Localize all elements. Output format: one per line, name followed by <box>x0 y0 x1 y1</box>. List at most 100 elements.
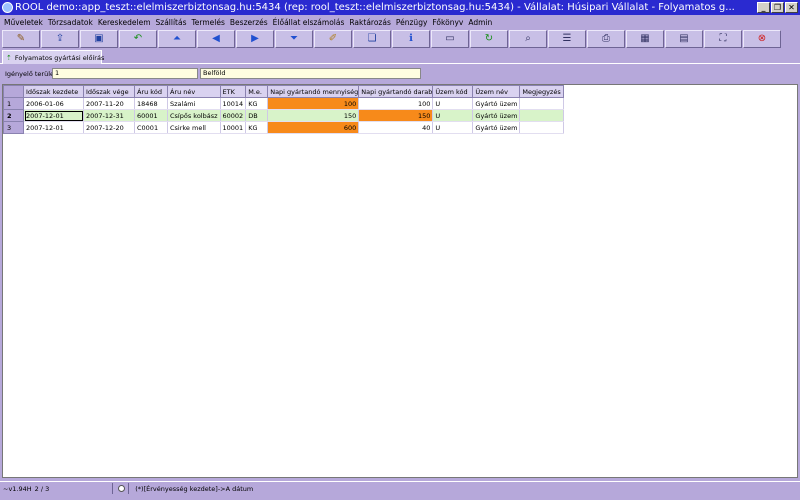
first-button[interactable]: ⏶ <box>158 30 196 48</box>
col-header-aru-nev[interactable]: Áru név <box>167 85 221 98</box>
cell-code[interactable]: 60001 <box>134 109 168 122</box>
table-row-selected[interactable]: 2 2007-12-01 2007-12-31 60001 Csípős kol… <box>3 109 565 122</box>
cell-plant-name[interactable]: Gyártó üzem <box>472 97 521 110</box>
cell-code[interactable]: 18468 <box>134 97 168 110</box>
status-version: ~v1.94H <box>3 484 32 493</box>
cell-end[interactable]: 2007-12-31 <box>83 109 135 122</box>
menu-kereskedelem[interactable]: Kereskedelem <box>98 18 151 27</box>
refresh-button[interactable]: ↻ <box>470 30 508 48</box>
last-button[interactable]: ⏷ <box>275 30 313 48</box>
row-number[interactable]: 3 <box>3 121 24 134</box>
next-button[interactable]: ▶ <box>236 30 274 48</box>
cell-name[interactable]: Csípős kolbász <box>167 109 221 122</box>
area-name-field[interactable]: Belföld <box>200 68 421 79</box>
cell-note[interactable] <box>519 109 565 122</box>
col-header-me[interactable]: M.e. <box>245 85 269 98</box>
row-number[interactable]: 1 <box>3 97 24 110</box>
menu-raktarozas[interactable]: Raktározás <box>349 18 390 27</box>
cell-pcs[interactable]: 100 <box>358 97 434 110</box>
cell-pcs[interactable]: 40 <box>358 121 434 134</box>
cell-qty[interactable]: 150 <box>267 109 360 122</box>
prev-button[interactable]: ◀ <box>197 30 235 48</box>
menu-admin[interactable]: Admin <box>468 18 492 27</box>
area-code-field[interactable]: 1 <box>52 68 198 79</box>
next-icon: ▶ <box>251 33 259 44</box>
menu-szallitas[interactable]: Szállítás <box>156 18 187 27</box>
tools-button[interactable]: ✎ <box>2 30 40 48</box>
info-button[interactable]: ℹ <box>392 30 430 48</box>
grid-table: Időszak kezdete Időszak vége Áru kód Áru… <box>3 85 565 134</box>
cell-qty[interactable]: 600 <box>267 121 360 134</box>
cell-start[interactable]: 2006-01-06 <box>23 97 84 110</box>
menu-torzsadatok[interactable]: Törzsadatok <box>48 18 93 27</box>
search-button[interactable]: ⌕ <box>509 30 547 48</box>
col-header-uzem-nev[interactable]: Üzem név <box>472 85 521 98</box>
cell-note[interactable] <box>519 97 565 110</box>
menu-fokonyv[interactable]: Főkönyv <box>432 18 463 27</box>
status-radio[interactable] <box>118 485 126 492</box>
col-header-idoszak-kezdete[interactable]: Időszak kezdete <box>23 85 84 98</box>
cell-plant-code[interactable]: U <box>432 109 474 122</box>
grid-button[interactable]: ▦ <box>626 30 664 48</box>
table-row[interactable]: 1 2006-01-06 2007-11-20 18468 Szalámi 10… <box>3 97 565 110</box>
table-row[interactable]: 3 2007-12-01 2007-12-20 C0001 Csirke mel… <box>3 121 565 134</box>
col-header-aru-kod[interactable]: Áru kód <box>134 85 168 98</box>
cell-plant-name[interactable]: Gyártó üzem <box>472 109 521 122</box>
fullscreen-button[interactable]: ⛶ <box>704 30 742 48</box>
prev-icon: ◀ <box>212 33 220 44</box>
status-hint: (*)[Érvényesség kezdete]->A dátum <box>135 484 254 493</box>
cell-etk[interactable]: 10001 <box>220 121 247 134</box>
undo-button[interactable]: ↶ <box>119 30 157 48</box>
status-divider <box>128 483 130 494</box>
cell-start[interactable]: 2007-12-01 <box>23 121 84 134</box>
menu-termeles[interactable]: Termelés <box>192 18 225 27</box>
cell-end[interactable]: 2007-12-20 <box>83 121 135 134</box>
menu-penzugy[interactable]: Pénzügy <box>396 18 428 27</box>
cell-end[interactable]: 2007-11-20 <box>83 97 135 110</box>
cell-qty[interactable]: 100 <box>267 97 360 110</box>
col-header-megjegyzes[interactable]: Megjegyzés <box>519 85 565 98</box>
cell-plant-code[interactable]: U <box>432 97 474 110</box>
grid-export-icon: ▤ <box>679 33 689 44</box>
col-header-idoszak-vege[interactable]: Időszak vége <box>83 85 135 98</box>
print-icon: ⎙ <box>602 33 610 44</box>
cell-code[interactable]: C0001 <box>134 121 168 134</box>
menu-eloallat-elszamolas[interactable]: Élőállat elszámolás <box>273 18 345 27</box>
tab-folyamatos-gyartasi-eloiras[interactable]: ⇡ Folyamatos gyártási előírás <box>2 50 105 64</box>
cell-unit[interactable]: DB <box>245 109 269 122</box>
exit-button[interactable]: ⊗ <box>743 30 781 48</box>
col-header-etk[interactable]: ETK <box>219 85 247 98</box>
open-icon: ⇪ <box>55 33 65 44</box>
cell-name[interactable]: Szalámi <box>167 97 221 110</box>
cell-unit[interactable]: KG <box>245 121 269 134</box>
window-button[interactable]: ▭ <box>431 30 469 48</box>
menu-bar: Műveletek Törzsadatok Kereskedelem Száll… <box>0 15 800 29</box>
row-number[interactable]: 2 <box>3 109 24 122</box>
col-header-napi-darab[interactable]: Napi gyártandó darab <box>358 85 434 98</box>
copy-button[interactable]: ❏ <box>353 30 391 48</box>
grid-export-button[interactable]: ▤ <box>665 30 703 48</box>
list-button[interactable]: ☰ <box>548 30 586 48</box>
cell-etk[interactable]: 10014 <box>220 97 247 110</box>
restore-button[interactable]: ❐ <box>771 2 784 13</box>
save-button[interactable]: ▣ <box>80 30 118 48</box>
cell-plant-code[interactable]: U <box>432 121 474 134</box>
edit-button[interactable]: ✐ <box>314 30 352 48</box>
menu-beszerzes[interactable]: Beszerzés <box>230 18 268 27</box>
cell-start[interactable]: 2007-12-01 <box>23 109 84 122</box>
col-header-uzem-kod[interactable]: Üzem kód <box>432 85 474 98</box>
cell-plant-name[interactable]: Gyártó üzem <box>472 121 521 134</box>
tab-label: Folyamatos gyártási előírás <box>14 53 105 62</box>
copy-icon: ❏ <box>367 33 377 44</box>
minimize-button[interactable]: _ <box>757 2 770 13</box>
cell-pcs[interactable]: 150 <box>358 109 434 122</box>
cell-unit[interactable]: KG <box>245 97 269 110</box>
col-header-napi-mennyiseg[interactable]: Napi gyártandó mennyiség <box>267 85 360 98</box>
close-button[interactable]: ✕ <box>785 2 798 13</box>
cell-note[interactable] <box>519 121 565 134</box>
cell-etk[interactable]: 60002 <box>220 109 247 122</box>
print-button[interactable]: ⎙ <box>587 30 625 48</box>
menu-muveletek[interactable]: Műveletek <box>4 18 43 27</box>
open-button[interactable]: ⇪ <box>41 30 79 48</box>
cell-name[interactable]: Csirke mell <box>167 121 221 134</box>
